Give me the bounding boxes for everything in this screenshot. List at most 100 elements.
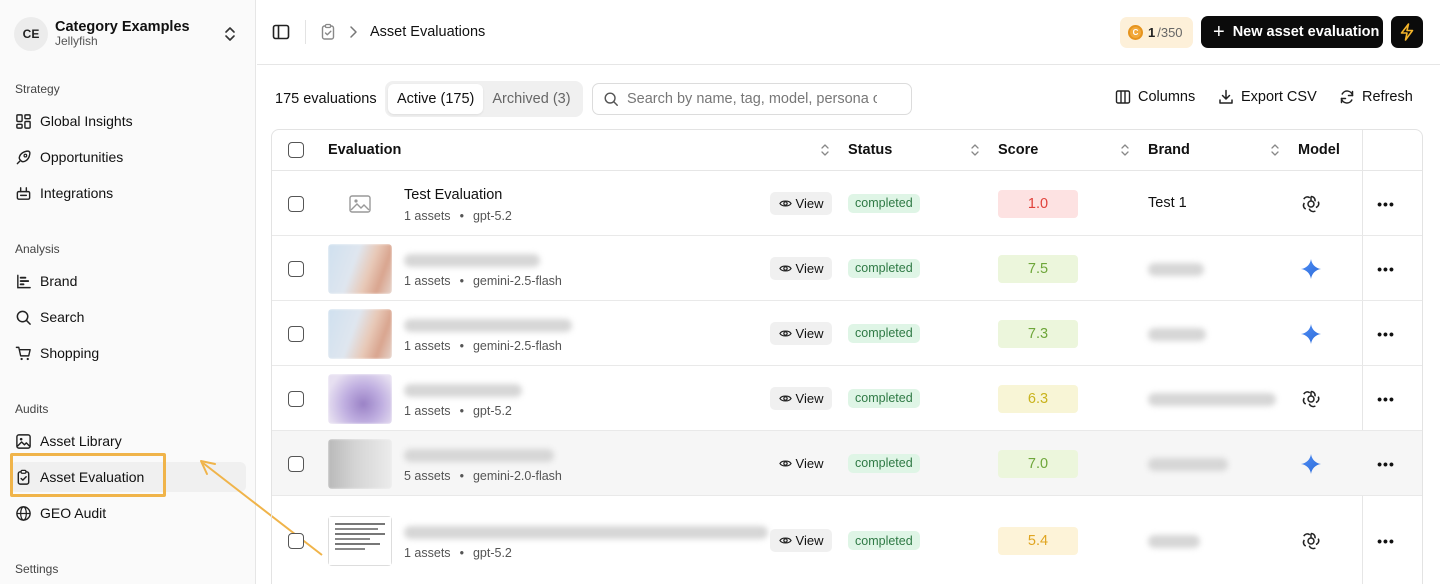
tab-active[interactable]: Active (175) [388, 84, 484, 114]
openai-icon [1300, 193, 1322, 215]
sidebar-item-asset-library[interactable]: Asset Library [10, 426, 246, 456]
status-badge: completed [848, 453, 920, 473]
view-button[interactable]: View [770, 529, 832, 552]
model-name: gpt-5.2 [472, 403, 512, 418]
more-options-icon[interactable]: ••• [1376, 454, 1396, 474]
sidebar-item-integrations[interactable]: Integrations [10, 178, 246, 208]
sidebar-item-shopping[interactable]: Shopping [10, 338, 246, 368]
search-input[interactable] [627, 91, 877, 107]
more-options-icon[interactable]: ••• [1376, 259, 1396, 279]
view-button[interactable]: View [770, 256, 832, 280]
evaluation-meta: 1 assets • gpt-5.2 [404, 208, 512, 223]
workspace-avatar: CE [14, 17, 48, 51]
table-row[interactable]: 1 assets • gpt-5.2 View completed 5.4 ••• [272, 496, 1422, 584]
clipboard-check-icon[interactable] [319, 23, 337, 41]
columns-button[interactable]: Columns [1115, 89, 1195, 105]
sidebar-item-label: Shopping [40, 345, 100, 361]
search-box[interactable] [592, 83, 912, 115]
score-badge: 6.3 [998, 384, 1078, 413]
sort-icon[interactable] [970, 143, 980, 157]
header-score[interactable]: Score [998, 142, 1038, 158]
view-button[interactable]: View [770, 321, 832, 345]
more-options-icon[interactable]: ••• [1376, 531, 1396, 551]
row-checkbox[interactable] [288, 455, 304, 472]
sidebar: CE Category Examples Jellyfish Strategy … [0, 0, 256, 584]
score-badge: 1.0 [998, 189, 1078, 218]
quick-action-button[interactable] [1391, 16, 1423, 48]
breadcrumb-current: Asset Evaluations [370, 24, 486, 40]
new-asset-evaluation-button[interactable]: + New asset evaluation [1201, 16, 1383, 48]
credits-badge[interactable]: C 1 /350 [1120, 17, 1193, 48]
top-bar: Asset Evaluations C 1 /350 + New asset e… [257, 0, 1440, 65]
model-name: gemini-2.5-flash [472, 338, 562, 353]
more-options-icon[interactable]: ••• [1376, 389, 1396, 409]
search-icon [16, 310, 31, 325]
asset-thumbnail[interactable] [328, 373, 392, 424]
row-checkbox[interactable] [288, 390, 304, 407]
row-checkbox[interactable] [288, 260, 304, 277]
view-label: View [795, 325, 824, 341]
table-row[interactable]: 1 assets • gemini-2.5-flash View completed… [272, 236, 1422, 301]
new-button-label: New asset evaluation [1232, 24, 1380, 40]
sidebar-item-label: Global Insights [40, 113, 133, 129]
workspace-subtitle: Jellyfish [55, 34, 98, 49]
chevron-right-icon [350, 26, 357, 38]
asset-count: 1 assets [404, 403, 451, 418]
eye-icon [778, 537, 792, 544]
row-checkbox[interactable] [288, 325, 304, 342]
status-badge: completed [848, 388, 920, 408]
header-evaluation[interactable]: Evaluation [328, 142, 401, 158]
table-row[interactable]: 1 assets • gpt-5.2 View completed 6.3 ••• [272, 366, 1422, 431]
sort-icon[interactable] [1120, 143, 1130, 157]
dashboard-icon [16, 113, 31, 129]
evaluation-name-redacted [404, 448, 554, 462]
view-button[interactable]: View [770, 386, 832, 410]
row-checkbox[interactable] [288, 533, 304, 549]
sort-icon[interactable] [1270, 143, 1280, 157]
asset-thumbnail[interactable] [328, 179, 392, 229]
workspace-switcher[interactable]: CE Category Examples Jellyfish [14, 16, 242, 52]
sidebar-toggle-icon[interactable] [271, 22, 291, 42]
select-all-checkbox[interactable] [288, 142, 304, 158]
gemini-icon [1300, 258, 1322, 280]
view-label: View [795, 390, 824, 406]
tab-archived[interactable]: Archived (3) [483, 84, 579, 114]
row-checkbox[interactable] [288, 195, 304, 212]
asset-thumbnail[interactable] [328, 308, 392, 359]
sidebar-item-search[interactable]: Search [10, 302, 246, 332]
sidebar-item-asset-evaluation[interactable]: Asset Evaluation [10, 462, 246, 492]
evaluation-name[interactable]: Test Evaluation [404, 187, 502, 203]
more-options-icon[interactable]: ••• [1376, 194, 1396, 214]
brand-name-redacted [1148, 535, 1200, 548]
view-button[interactable]: View [770, 191, 832, 215]
asset-thumbnail[interactable] [328, 438, 392, 489]
openai-icon [1300, 388, 1322, 410]
sidebar-item-geo-audit[interactable]: GEO Audit [10, 498, 246, 528]
header-brand[interactable]: Brand [1148, 142, 1190, 158]
eye-icon [778, 264, 792, 272]
header-status[interactable]: Status [848, 142, 892, 158]
asset-thumbnail[interactable] [328, 516, 392, 566]
view-label: View [795, 455, 824, 471]
credits-total: /350 [1157, 25, 1183, 40]
table-row[interactable]: 1 assets • gemini-2.5-flash View completed… [272, 301, 1422, 366]
view-button[interactable]: View [770, 452, 832, 475]
sidebar-item-global-insights[interactable]: Global Insights [10, 106, 246, 136]
refresh-button[interactable]: Refresh [1339, 89, 1413, 105]
export-csv-button[interactable]: Export CSV [1218, 89, 1317, 105]
sidebar-item-brand[interactable]: Brand [10, 266, 246, 296]
sidebar-item-opportunities[interactable]: Opportunities [10, 142, 246, 172]
sort-icon[interactable] [820, 143, 830, 157]
more-options-icon[interactable]: ••• [1376, 324, 1396, 344]
table-row[interactable]: Test Evaluation 1 assets • gpt-5.2 View co… [272, 171, 1422, 236]
sidebar-item-label: Integrations [40, 185, 114, 201]
asset-thumbnail[interactable] [328, 243, 392, 294]
bar-list-icon [17, 274, 31, 288]
credits-used: 1 [1148, 25, 1156, 40]
sidebar-item-label: Search [40, 309, 85, 325]
openai-icon [1300, 530, 1322, 552]
table-row[interactable]: 5 assets • gemini-2.0-flash View completed… [272, 431, 1422, 496]
evaluation-meta: 1 assets • gpt-5.2 [404, 403, 512, 418]
evaluation-name-redacted [404, 383, 522, 397]
evaluation-name-redacted [404, 318, 572, 332]
